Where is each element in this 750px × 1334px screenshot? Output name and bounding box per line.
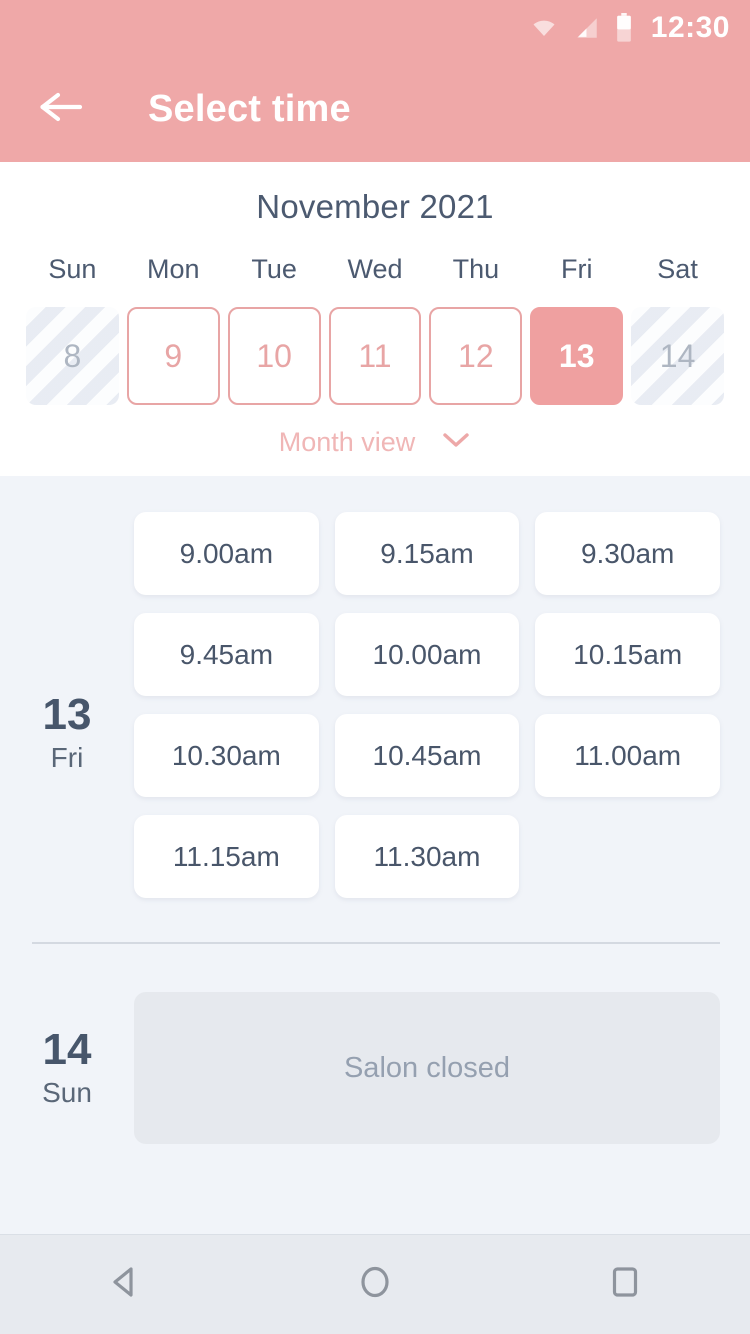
salon-closed-card: Salon closed (134, 992, 720, 1144)
weekday-header-row: Sun Mon Tue Wed Thu Fri Sat (0, 254, 750, 307)
time-slot-label: 11.15am (172, 840, 280, 872)
calendar-day-12[interactable]: 12 (429, 307, 523, 405)
time-slot-label: 10.00am (372, 638, 482, 670)
calendar-day-13[interactable]: 13 (530, 307, 624, 405)
cell-signal-icon (573, 15, 601, 41)
calendar-day-8: 8 (26, 307, 119, 405)
time-slot[interactable]: 10.30am (134, 714, 319, 797)
time-slot[interactable]: 10.00am (334, 613, 520, 696)
time-slot-label: 10.45am (372, 739, 482, 771)
back-arrow-icon (38, 89, 84, 130)
calendar-day-row: 8 9 10 11 12 13 14 (0, 307, 750, 405)
android-home-button[interactable] (330, 1250, 420, 1320)
calendar-day-9[interactable]: 9 (126, 307, 220, 405)
phone-screen: 12:30 Select time November 2021 Sun Mon … (0, 0, 750, 1334)
month-view-label: Month view (278, 427, 416, 457)
time-slot-label: 9.15am (380, 537, 474, 569)
wifi-icon (529, 16, 559, 40)
time-slot-label: 9.00am (179, 537, 274, 569)
android-back-icon (104, 1261, 146, 1308)
time-slot-label: 9.30am (580, 537, 675, 569)
battery-icon (615, 13, 633, 43)
day-label-closed: 14 Sun (0, 992, 134, 1144)
calendar-day-10[interactable]: 10 (227, 307, 321, 405)
calendar-day-14: 14 (631, 307, 724, 405)
day-of-week: Fri (50, 742, 84, 774)
back-button[interactable] (32, 80, 90, 138)
day-number: 13 (42, 689, 92, 739)
time-slot[interactable]: 11.00am (535, 714, 720, 797)
day-number: 14 (42, 1024, 92, 1074)
slot-grid: 9.00am 9.15am 9.30am 9.45am 10.00am 10.15am 10… (134, 512, 720, 898)
calendar-day-number: 8 (63, 337, 82, 374)
calendar-day-11[interactable]: 11 (328, 307, 422, 405)
status-bar-clock: 12:30 (650, 11, 730, 44)
calendar-day-number: 10 (256, 337, 292, 374)
weekday-label-wed: Wed (347, 254, 403, 284)
time-slot[interactable]: 11.15am (134, 815, 319, 898)
time-slot[interactable]: 9.30am (535, 512, 720, 595)
weekday-label-thu: Thu (452, 254, 500, 284)
android-nav-bar (0, 1234, 750, 1334)
chevron-down-icon (441, 431, 471, 454)
time-slot[interactable]: 11.30am (334, 815, 520, 898)
time-slot-label: 9.45am (179, 638, 274, 670)
day-of-week: Sun (42, 1077, 92, 1109)
time-slot[interactable]: 9.45am (134, 613, 319, 696)
month-view-toggle[interactable]: Month view (0, 427, 750, 458)
time-slot-label: 11.30am (373, 840, 481, 872)
time-slot-label: 10.30am (171, 739, 281, 771)
time-slot[interactable]: 10.15am (535, 613, 720, 696)
day-label-open: 13 Fri (0, 512, 134, 898)
section-divider (32, 942, 720, 944)
page-title: Select time (148, 87, 351, 130)
weekday-label-sat: Sat (657, 254, 698, 284)
day-block-closed: 14 Sun Salon closed (0, 992, 750, 1144)
android-back-button[interactable] (80, 1250, 170, 1320)
calendar-panel: November 2021 Sun Mon Tue Wed Thu Fri Sa… (0, 162, 750, 476)
calendar-day-number: 11 (358, 337, 392, 374)
calendar-day-number: 14 (659, 337, 696, 374)
time-slot-label: 11.00am (574, 739, 682, 771)
android-recents-button[interactable] (580, 1250, 670, 1320)
android-recents-icon (604, 1261, 646, 1308)
time-slot[interactable]: 10.45am (334, 714, 520, 797)
salon-closed-label: Salon closed (343, 1051, 511, 1084)
time-slot[interactable]: 9.00am (134, 512, 319, 595)
weekday-label-tue: Tue (251, 254, 297, 284)
time-slots-area: 13 Fri 9.00am 9.15am 9.30am 9.45am 10.00am 10… (0, 476, 750, 1234)
android-home-icon (354, 1261, 396, 1308)
time-slot-label: 10.15am (573, 638, 683, 670)
calendar-month-title: November 2021 (256, 188, 494, 225)
day-block-open: 13 Fri 9.00am 9.15am 9.30am 9.45am 10.00am 10… (0, 512, 750, 898)
weekday-label-fri: Fri (560, 254, 593, 284)
weekday-label-sun: Sun (48, 254, 97, 284)
app-bar: Select time (0, 56, 750, 162)
calendar-day-number: 9 (164, 337, 183, 374)
time-slot[interactable]: 9.15am (334, 512, 520, 595)
calendar-day-number: 12 (458, 337, 494, 374)
status-bar: 12:30 (0, 0, 750, 56)
calendar-day-number: 13 (558, 337, 595, 374)
weekday-label-mon: Mon (147, 254, 200, 284)
